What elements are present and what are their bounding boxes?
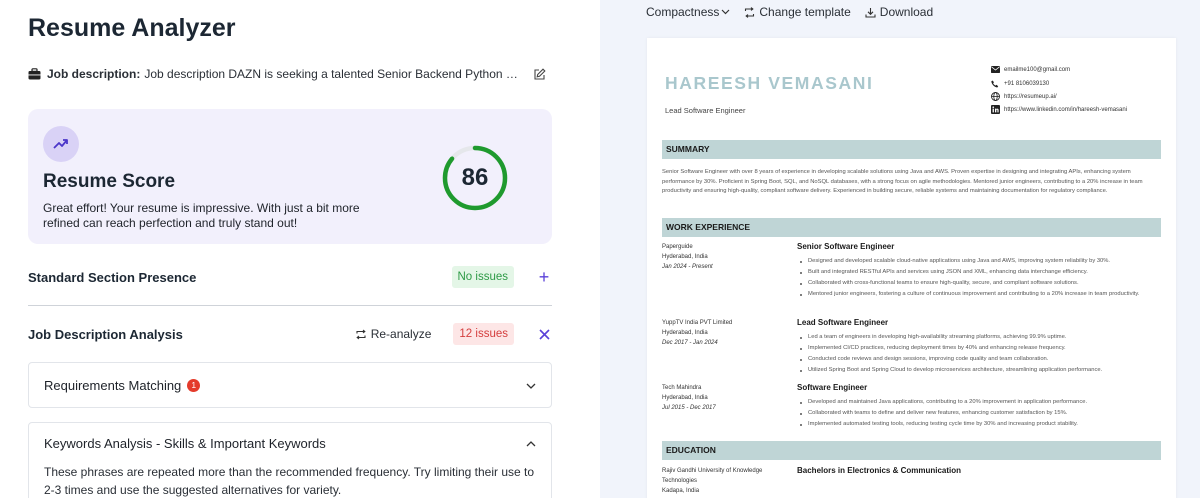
download-label: Download (879, 5, 934, 19)
app-root: Resume Analyzer Job description: Job des… (0, 0, 1200, 498)
requirements-matching-accordion[interactable]: Requirements Matching 1 (28, 362, 552, 408)
contact-email[interactable]: emailme100@gmail.com (990, 65, 1170, 74)
edit-icon[interactable] (533, 67, 546, 81)
education-degree: Bachelors in Electronics & Communication (797, 466, 962, 475)
analyzer-panel: Resume Analyzer Job description: Job des… (0, 0, 600, 498)
reanalyze-label: Re-analyze (370, 327, 432, 341)
summary-heading: SUMMARY (662, 140, 1161, 159)
job-dates: Dec 2017 - Jan 2024 (662, 340, 718, 346)
job-entry: Paperguide Hyderabad, India Jan 2024 - Pre… (662, 242, 1161, 316)
globe-icon (990, 92, 1000, 101)
download-button[interactable]: Download (865, 5, 933, 19)
job-title: Software Engineer (797, 383, 868, 392)
compactness-dropdown[interactable]: Compactness (646, 5, 730, 19)
change-template-label: Change template (759, 5, 851, 19)
job-bullet: Led a team of engineers in developing hi… (797, 332, 1162, 343)
job-bullet: Mentored junior engineers, fostering a c… (797, 289, 1162, 300)
refresh-icon (356, 329, 366, 339)
page-title: Resume Analyzer (28, 14, 236, 42)
jd-analysis-row: Job Description Analysis Re-analyze 12 i… (28, 323, 552, 345)
requirements-count-badge: 1 (187, 378, 201, 392)
job-bullet: Developed and maintained Java applicatio… (797, 397, 1162, 408)
briefcase-icon (28, 68, 41, 80)
job-bullet: Implemented CI/CD practices, reducing de… (797, 343, 1162, 354)
email-text: emailme100@gmail.com (1004, 66, 1071, 73)
candidate-role: Lead Software Engineer (665, 106, 746, 115)
chevron-down-icon (721, 9, 730, 15)
candidate-name: HAREESH VEMASANI (665, 73, 874, 93)
job-location: Hyderabad, India (662, 330, 708, 336)
education-school: Rajiv Gandhi University of Knowledge Tec… (662, 468, 763, 484)
score-title: Resume Score (43, 171, 176, 192)
job-company: Tech Mahindra (662, 385, 702, 391)
change-template-button[interactable]: Change template (744, 5, 851, 19)
preview-toolbar: Compactness Change template Download (646, 5, 947, 19)
job-bullets: Designed and developed scalable cloud-na… (797, 256, 1162, 300)
job-bullet: Designed and developed scalable cloud-na… (797, 256, 1162, 267)
job-bullet: Utilized Spring Boot and Spring Cloud to… (797, 365, 1162, 376)
resume-score-card: Resume Score Great effort! Your resume i… (28, 109, 552, 244)
job-company: Paperguide (662, 244, 693, 250)
job-location: Hyderabad, India (662, 254, 708, 260)
expand-plus-icon[interactable]: + (536, 268, 552, 286)
contact-linkedin[interactable]: https://www.linkedin.com/in/hareesh-vema… (990, 105, 1170, 114)
job-bullets: Developed and maintained Java applicatio… (797, 397, 1162, 430)
compactness-label: Compactness (646, 5, 720, 19)
phone-icon (990, 79, 1000, 88)
job-location: Hyderabad, India (662, 395, 708, 401)
education-location: Kadapa, India (662, 488, 700, 494)
jd-analysis-title: Job Description Analysis (28, 326, 183, 342)
job-bullet: Collaborated with cross-functional teams… (797, 278, 1162, 289)
reanalyze-button[interactable]: Re-analyze (355, 327, 432, 341)
requirements-matching-title: Requirements Matching (44, 377, 182, 393)
job-bullet: Collaborated with teams to define and de… (797, 408, 1162, 419)
score-value: 86 (461, 164, 489, 191)
job-entry: YuppTV India PVT Limited Hyderabad, India… (662, 318, 1161, 378)
chevron-down-icon[interactable] (526, 376, 536, 394)
section-divider (28, 305, 552, 306)
keywords-analysis-header[interactable]: Keywords Analysis - Skills & Important K… (29, 423, 551, 463)
contact-phone[interactable]: +91 8106039130 (990, 79, 1170, 88)
job-bullet: Implemented automated testing tools, red… (797, 419, 1162, 430)
standard-section-row[interactable]: Standard Section Presence No issues + (28, 266, 552, 288)
close-icon[interactable] (536, 326, 552, 342)
keywords-analysis-accordion: Keywords Analysis - Skills & Important K… (28, 422, 552, 498)
contact-website[interactable]: https://resumeup.ai/ (990, 92, 1170, 101)
summary-text: Senior Software Engineer with over 8 yea… (662, 169, 1143, 194)
keywords-analysis-text: These phrases are repeated more than the… (44, 465, 535, 497)
job-description-row[interactable]: Job description: Job description DAZN is… (28, 67, 546, 81)
no-issues-badge: No issues (451, 266, 514, 288)
website-text: https://resumeup.ai/ (1004, 93, 1057, 100)
job-description-text: Job description DAZN is seeking a talent… (144, 67, 521, 81)
linkedin-icon (990, 105, 1000, 114)
resume-document: HAREESH VEMASANI Lead Software Engineer … (647, 38, 1176, 498)
education-entry: Rajiv Gandhi University of Knowledge Tec… (662, 466, 1161, 498)
keywords-analysis-title: Keywords Analysis - Skills & Important K… (44, 435, 326, 451)
education-heading: EDUCATION (662, 441, 1161, 460)
linkedin-text: https://www.linkedin.com/in/hareesh-vema… (1004, 106, 1128, 113)
job-bullets: Led a team of engineers in developing hi… (797, 332, 1162, 376)
job-dates: Jan 2024 - Present (662, 264, 713, 270)
score-description: Great effort! Your resume is impressive.… (43, 201, 360, 230)
job-title: Lead Software Engineer (797, 318, 889, 327)
job-dates: Jul 2015 - Dec 2017 (662, 405, 716, 411)
mail-icon (990, 65, 1000, 74)
download-icon (865, 7, 876, 18)
job-description-label: Job description: (47, 67, 141, 81)
work-experience-heading: WORK EXPERIENCE (662, 218, 1161, 237)
standard-section-title: Standard Section Presence (28, 269, 197, 285)
issues-badge: 12 issues (453, 323, 514, 345)
job-title: Senior Software Engineer (797, 242, 895, 251)
chevron-up-icon[interactable] (526, 434, 536, 452)
job-bullet: Conducted code reviews and design sessio… (797, 354, 1162, 365)
phone-text: +91 8106039130 (1004, 80, 1050, 87)
trending-up-icon (43, 126, 79, 162)
job-company: YuppTV India PVT Limited (662, 320, 733, 326)
job-bullet: Built and integrated RESTful APIs and se… (797, 267, 1162, 278)
job-entry: Tech Mahindra Hyderabad, India Jul 2015 - … (662, 383, 1161, 433)
resume-preview-panel: Compactness Change template Download HAR… (600, 0, 1200, 498)
swap-icon (745, 6, 755, 18)
